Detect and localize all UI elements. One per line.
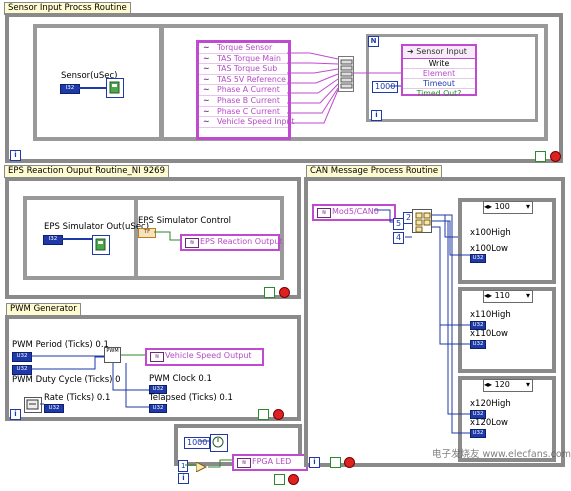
- pwm-rate-tag[interactable]: U32: [44, 404, 64, 413]
- sensor-property-node[interactable]: ➜ Sensor Input Write Element Timeout Tim…: [401, 44, 477, 98]
- sensor-indicator-icon[interactable]: [106, 78, 124, 98]
- eps-indicator-icon[interactable]: [92, 235, 110, 255]
- pwm-output-node[interactable]: ≋ Vehicle Speed Output: [145, 348, 264, 366]
- can-stop-icon[interactable]: [344, 457, 355, 468]
- can-case-selector[interactable]: ◂▸ 100 ▾: [483, 201, 533, 214]
- can-unbundle-node[interactable]: [412, 209, 432, 233]
- can-port-node[interactable]: ≋ Mod5/CAN0: [312, 204, 396, 221]
- pwm-duty-label: PWM Duty Cycle (Ticks) 0: [12, 375, 121, 385]
- sensor-property-row[interactable]: Write: [403, 59, 475, 69]
- watermark: 电子发烧友 www.elecfans.com: [432, 449, 571, 460]
- sensor-list-item[interactable]: Torque Sensor: [199, 43, 288, 54]
- fpga-io-icon: ≋: [237, 458, 251, 468]
- sensor-loop-count-terminal[interactable]: N: [368, 36, 379, 47]
- sensor-build-array-node[interactable]: [338, 56, 354, 92]
- sensor-io-list[interactable]: Torque Sensor TAS Torque Main TAS Torque…: [196, 40, 294, 140]
- can-const[interactable]: 4: [393, 232, 405, 244]
- can-case-selector[interactable]: ◂▸ 120 ▾: [483, 379, 533, 392]
- sensor-list-item[interactable]: Phase B Current: [199, 96, 288, 107]
- led-stop-icon[interactable]: [288, 474, 299, 485]
- led-iteration-terminal[interactable]: i: [178, 473, 189, 484]
- led-wait-icon[interactable]: [210, 434, 228, 452]
- pwm-iteration-terminal[interactable]: i: [10, 409, 21, 420]
- case-dropdown-icon[interactable]: ▾: [526, 291, 530, 301]
- led-not-gate[interactable]: [196, 462, 208, 472]
- led-output-node[interactable]: ≋ FPGA LED: [232, 454, 308, 471]
- eps-type-tag[interactable]: I32: [43, 235, 63, 245]
- case-dropdown-icon[interactable]: ▾: [526, 202, 530, 212]
- can-case-label: x100High: [470, 228, 511, 238]
- sensor-stop-condition[interactable]: [535, 151, 546, 162]
- sensor-list-item[interactable]: Phase C Current: [199, 107, 288, 118]
- sensor-list-item[interactable]: TAS Torque Main: [199, 54, 288, 65]
- can-case-label: x110High: [470, 310, 511, 320]
- eps-stop-condition[interactable]: [264, 287, 275, 298]
- pwm-telapsed-tag[interactable]: U32: [149, 404, 167, 413]
- case-dropdown-icon[interactable]: ▾: [526, 380, 530, 390]
- sensor-list-item[interactable]: TAS 5V Reference: [199, 75, 288, 86]
- eps-output-node[interactable]: ≋ EPS Reaction Output: [180, 234, 283, 251]
- case-prev-icon[interactable]: ◂▸: [484, 380, 495, 389]
- pwm-telapsed-label: Telapsed (Ticks) 0.1: [149, 393, 233, 403]
- can-case-selector[interactable]: ◂▸ 110 ▾: [483, 290, 533, 303]
- sensor-list-item[interactable]: Vehicle Speed Input: [199, 117, 294, 128]
- sensor-for-iteration-terminal[interactable]: i: [371, 110, 382, 121]
- case-prev-icon[interactable]: ◂▸: [484, 202, 495, 211]
- eps-stop-icon[interactable]: [279, 287, 290, 298]
- pwm-period-label: PWM Period (Ticks) 0.1: [12, 340, 109, 350]
- can-case-label: x110Low: [470, 329, 508, 339]
- sensor-iteration-terminal[interactable]: i: [10, 150, 21, 161]
- sensor-timeout-constant[interactable]: 1000: [372, 81, 399, 93]
- led-wait-constant[interactable]: 1000: [184, 437, 211, 449]
- pwm-duty-tag[interactable]: U32: [12, 365, 32, 375]
- fpga-io-icon: ≋: [185, 238, 199, 248]
- pwm-stop-icon[interactable]: [273, 409, 284, 420]
- led-stop-condition[interactable]: [274, 474, 285, 485]
- pwm-stop-condition[interactable]: [258, 409, 269, 420]
- case-prev-icon[interactable]: ◂▸: [484, 291, 495, 300]
- fpga-io-icon: ≋: [150, 352, 164, 362]
- can-case-tag[interactable]: U32: [470, 340, 486, 349]
- pwm-period-tag[interactable]: U32: [12, 352, 32, 362]
- can-case-label: x120Low: [470, 418, 508, 428]
- can-case-tag[interactable]: U32: [470, 429, 486, 438]
- can-case-label: x120High: [470, 399, 511, 409]
- eps-control-label: EPS Simulator Control: [138, 216, 232, 226]
- sensor-list-item[interactable]: Phase A Current: [199, 85, 288, 96]
- sensor-property-header: ➜ Sensor Input: [403, 46, 475, 59]
- eps-indicator-label: EPS Simulator Out(uSec): [44, 222, 150, 232]
- can-case-tag[interactable]: U32: [470, 254, 486, 263]
- can-iteration-terminal[interactable]: i: [309, 457, 320, 468]
- pwm-rate-label: Rate (Ticks) 0.1: [44, 393, 111, 403]
- can-stop-condition[interactable]: [330, 457, 341, 468]
- eps-control-tag[interactable]: TF: [138, 228, 156, 238]
- pwm-timer-icon[interactable]: [24, 397, 42, 413]
- sensor-stop-icon[interactable]: [550, 151, 561, 162]
- sensor-property-row[interactable]: Element: [403, 69, 475, 79]
- led-small-constant[interactable]: 1: [178, 460, 189, 472]
- sensor-property-row[interactable]: Timed Out?: [403, 89, 475, 98]
- fpga-io-icon: ≋: [317, 208, 331, 218]
- sensor-list-item[interactable]: TAS Torque Sub: [199, 64, 288, 75]
- sensor-inner-frame-left: [33, 24, 163, 141]
- pwm-clock-label: PWM Clock 0.1: [149, 374, 212, 384]
- sensor-type-tag[interactable]: I32: [60, 84, 80, 94]
- eps-inner-frame-left: [23, 196, 138, 280]
- pwm-function-block[interactable]: PWM: [104, 347, 121, 363]
- sensor-property-row[interactable]: Timeout: [403, 79, 475, 89]
- arrow-right-icon: ➜: [407, 47, 417, 56]
